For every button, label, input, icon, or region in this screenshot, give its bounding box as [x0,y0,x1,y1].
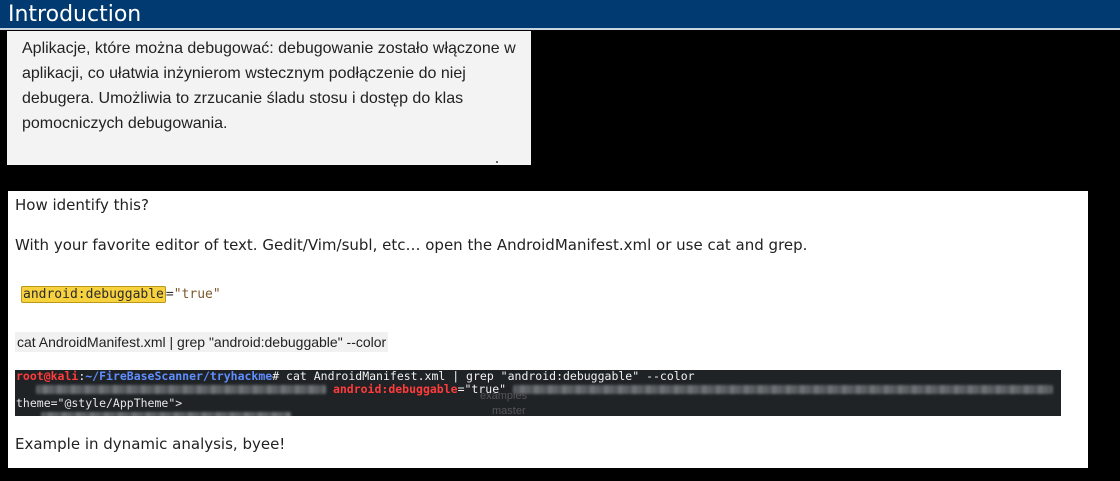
terminal-path: ~/FireBaseScanner/tryhackme [85,370,273,383]
command-inline-code: cat AndroidManifest.xml | grep "android:… [15,332,389,352]
question-text: How identify this? [15,196,149,214]
page-title: Introduction [8,2,142,27]
terminal-user: root@kali [16,370,79,383]
code-value: "true" [173,287,221,302]
terminal-match-attr: android:debuggable [332,382,458,396]
paragraph-instructions: With your favorite editor of text. Gedit… [15,236,808,254]
decorative-dot [496,161,498,163]
article-card: How identify this? With your favorite ed… [8,191,1088,468]
redacted-text [512,385,1053,394]
polish-description-text: Aplikacje, które można debugować: debugo… [22,40,516,132]
highlighted-attribute: android:debuggable [21,286,166,303]
overlay-text-master: master [492,405,526,416]
terminal-theme-line: theme="@style/AppTheme"> [16,396,183,410]
code-snippet: android:debuggable ="true" [21,285,221,305]
terminal-cut-line [16,410,291,416]
redacted-text [41,412,291,416]
overlay-text-examples: examples [480,390,528,402]
terminal-match-eq: = [457,382,465,396]
code-equals: = [165,287,174,302]
redacted-text [36,385,326,394]
polish-description-box: Aplikacje, które można debugować: debugo… [7,31,531,165]
paragraph-closing: Example in dynamic analysis, byee! [15,435,286,453]
terminal-match-line: android:debuggable="true" [16,382,1053,397]
page-header: Introduction [0,0,1120,30]
terminal-screenshot: root@kali:~/FireBaseScanner/tryhackme# c… [15,370,1061,416]
